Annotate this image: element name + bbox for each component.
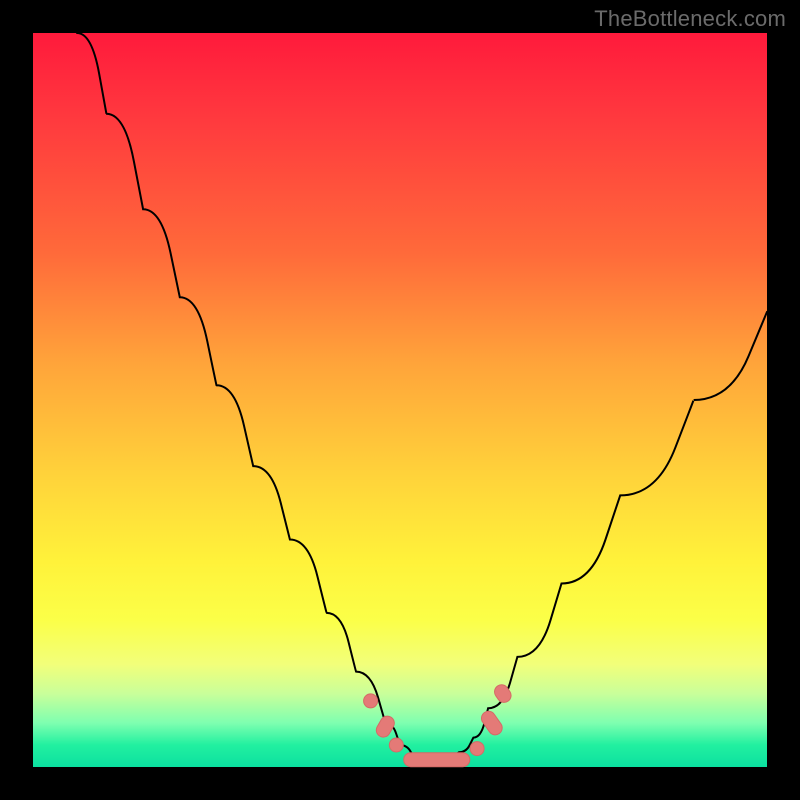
- marker-dot: [389, 738, 403, 752]
- curve-path: [77, 33, 767, 760]
- marker-pill: [492, 682, 514, 705]
- chart-frame: TheBottleneck.com: [0, 0, 800, 800]
- marker-pill: [479, 708, 505, 737]
- marker-pill: [404, 753, 470, 767]
- marker-dot: [470, 742, 484, 756]
- marker-layer: [364, 682, 514, 767]
- watermark-text: TheBottleneck.com: [594, 6, 786, 32]
- marker-dot: [364, 694, 378, 708]
- chart-overlay: [0, 0, 800, 800]
- bottleneck-curve: [77, 33, 767, 760]
- marker-pill: [374, 714, 397, 740]
